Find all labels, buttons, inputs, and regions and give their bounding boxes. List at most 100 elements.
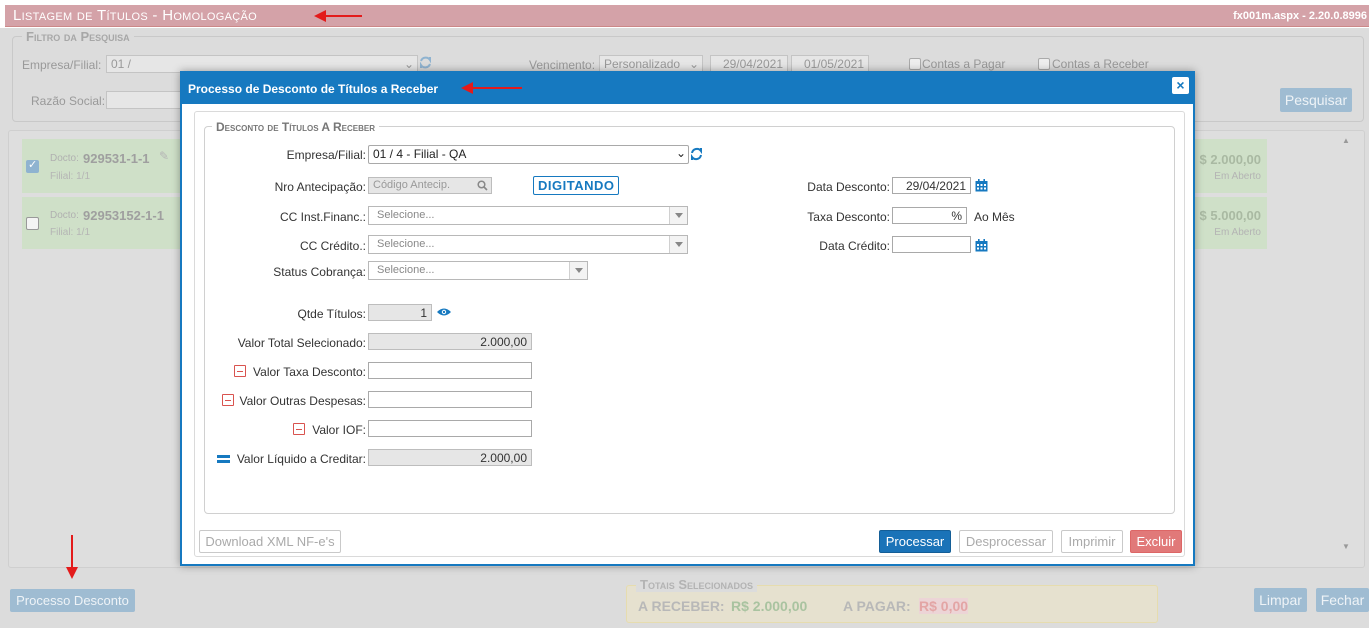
excluir-button[interactable]: Excluir [1130, 530, 1182, 553]
list-item[interactable]: Docto: 92953152-1-1 Filial: 1/1 [22, 197, 182, 249]
empresa-label: Empresa/Filial: [286, 148, 366, 162]
desprocessar-button[interactable]: Desprocessar [959, 530, 1053, 553]
minus-icon [293, 423, 305, 435]
chevron-down-icon: ⌄ [403, 57, 414, 71]
annotation-arrow [470, 87, 522, 89]
data-desconto-input[interactable]: 29/04/2021 [892, 177, 971, 194]
taxa-desconto-input[interactable]: % [892, 207, 967, 224]
list-item-amount: $ 2.000,00 Em Aberto [1194, 139, 1267, 193]
annotation-arrowhead [314, 10, 326, 22]
valor-outras-input[interactable] [368, 391, 532, 408]
page-title: Listagem de Títulos - Homologação [13, 7, 258, 24]
imprimir-button[interactable]: Imprimir [1061, 530, 1123, 553]
modal-title: Processo de Desconto de Títulos a Recebe… [188, 82, 439, 96]
edit-icon[interactable]: ✎ [159, 149, 169, 163]
empresa-select[interactable]: 01 / 4 - Filial - QA ⌄ [368, 145, 689, 164]
percent-sign: % [951, 209, 962, 223]
annotation-arrow [71, 535, 73, 569]
annotation-arrowhead [66, 567, 78, 579]
a-pagar-label: A PAGAR: [843, 598, 911, 614]
filter-razao-input[interactable] [106, 91, 186, 109]
cc-inst-combo[interactable]: Selecione... [368, 206, 688, 225]
eye-icon[interactable] [436, 307, 452, 317]
row-amount: $ 2.000,00 [1199, 152, 1261, 167]
status-cobranca-combo[interactable]: Selecione... [368, 261, 588, 280]
data-credito-label: Data Crédito: [819, 239, 890, 253]
equal-icon [217, 454, 230, 463]
data-desconto-label: Data Desconto: [807, 180, 890, 194]
limpar-button[interactable]: Limpar [1254, 588, 1307, 612]
calendar-icon[interactable] [975, 239, 988, 252]
cc-credito-placeholder: Selecione... [377, 238, 435, 250]
calendar-icon[interactable] [975, 179, 988, 192]
status-badge: DIGITANDO [533, 176, 620, 195]
valor-taxa-input[interactable] [368, 362, 532, 379]
row-status: Em Aberto [1214, 227, 1261, 238]
nro-antecipacao-input[interactable]: Código Antecip. [368, 177, 492, 194]
row-amount: $ 5.000,00 [1199, 208, 1261, 223]
a-receber-value: R$ 2.000,00 [731, 598, 808, 614]
fechar-button[interactable]: Fechar [1316, 588, 1369, 612]
search-icon[interactable] [477, 180, 488, 191]
row-checkbox[interactable] [26, 217, 39, 230]
nro-antecipacao-placeholder: Código Antecip. [373, 179, 451, 191]
annotation-arrowhead [461, 82, 473, 94]
download-xml-button[interactable]: Download XML NF-e's [199, 530, 341, 553]
valor-liquido-label: Valor Líquido a Creditar: [236, 452, 366, 466]
close-button[interactable]: × [1172, 77, 1189, 94]
filter-empresa-value: 01 / [111, 57, 132, 71]
data-credito-input[interactable] [892, 236, 971, 253]
contas-receber-checkbox[interactable] [1038, 58, 1050, 70]
valor-taxa-label: Valor Taxa Desconto: [253, 365, 366, 379]
row-docto-label: Docto: [50, 153, 79, 164]
cc-credito-label: CC Crédito.: [299, 239, 366, 253]
row-filial: Filial: 1/1 [50, 171, 91, 182]
row-filial: Filial: 1/1 [50, 227, 91, 238]
qtde-titulos-input: 1 [368, 304, 432, 321]
row-docto-label: Docto: [50, 210, 79, 221]
valor-iof-label: Valor IOF: [312, 423, 366, 437]
contas-receber-label: Contas a Receber [1052, 57, 1149, 71]
totals-legend: Totais Selecionados [636, 577, 758, 592]
page-version: fx001m.aspx - 2.20.0.8996 [1233, 10, 1367, 22]
discount-modal: Processo de Desconto de Títulos a Recebe… [180, 71, 1195, 566]
chevron-down-icon: ⌄ [688, 57, 699, 71]
list-item-amount: $ 5.000,00 Em Aberto [1194, 197, 1267, 249]
check-icon: ✓ [28, 159, 38, 171]
ao-mes-label: Ao Mês [974, 210, 1015, 224]
discount-legend: Desconto de Títulos A Receber [212, 120, 379, 134]
scroll-up-icon[interactable]: ▲ [1342, 136, 1350, 145]
pesquisar-button[interactable]: Pesquisar [1280, 88, 1352, 112]
list-item[interactable]: ✓ Docto: 929531-1-1 ✎ Filial: 1/1 [22, 139, 182, 193]
qtde-titulos-label: Qtde Títulos: [297, 307, 366, 321]
processar-button[interactable]: Processar [879, 530, 951, 553]
status-cobranca-label: Status Cobrança: [273, 265, 366, 279]
valor-outras-label: Valor Outras Despesas: [239, 394, 367, 408]
refresh-icon[interactable] [419, 55, 432, 70]
status-cobranca-placeholder: Selecione... [377, 264, 435, 276]
valor-iof-input[interactable] [368, 420, 532, 437]
chevron-down-icon[interactable] [569, 262, 587, 279]
chevron-down-icon[interactable] [669, 236, 687, 253]
contas-pagar-checkbox[interactable] [909, 58, 921, 70]
minus-icon [234, 365, 246, 377]
filter-empresa-label: Empresa/Filial: [22, 58, 102, 72]
cc-credito-combo[interactable]: Selecione... [368, 235, 688, 254]
a-pagar-value: R$ 0,00 [919, 598, 969, 614]
page-header: Listagem de Títulos - Homologação fx001m… [5, 5, 1369, 27]
a-receber-label: A RECEBER: [638, 598, 725, 614]
filter-vencimento-label: Vencimento: [529, 58, 596, 72]
row-docto-number: 929531-1-1 [83, 151, 150, 166]
minus-icon [222, 394, 234, 406]
chevron-down-icon[interactable] [669, 207, 687, 224]
processo-desconto-button[interactable]: Processo Desconto [10, 589, 135, 612]
annotation-arrow [322, 15, 362, 17]
valor-liquido-input: 2.000,00 [368, 449, 532, 466]
list-scrollbar[interactable]: ▲ ▼ [1339, 134, 1353, 562]
cc-inst-label: CC Inst.Financ.: [279, 210, 366, 224]
row-checkbox[interactable]: ✓ [26, 159, 39, 173]
nro-antecipacao-label: Nro Antecipação: [274, 180, 366, 194]
scroll-down-icon[interactable]: ▼ [1342, 542, 1350, 551]
row-status: Em Aberto [1214, 171, 1261, 182]
refresh-icon[interactable] [690, 146, 703, 162]
